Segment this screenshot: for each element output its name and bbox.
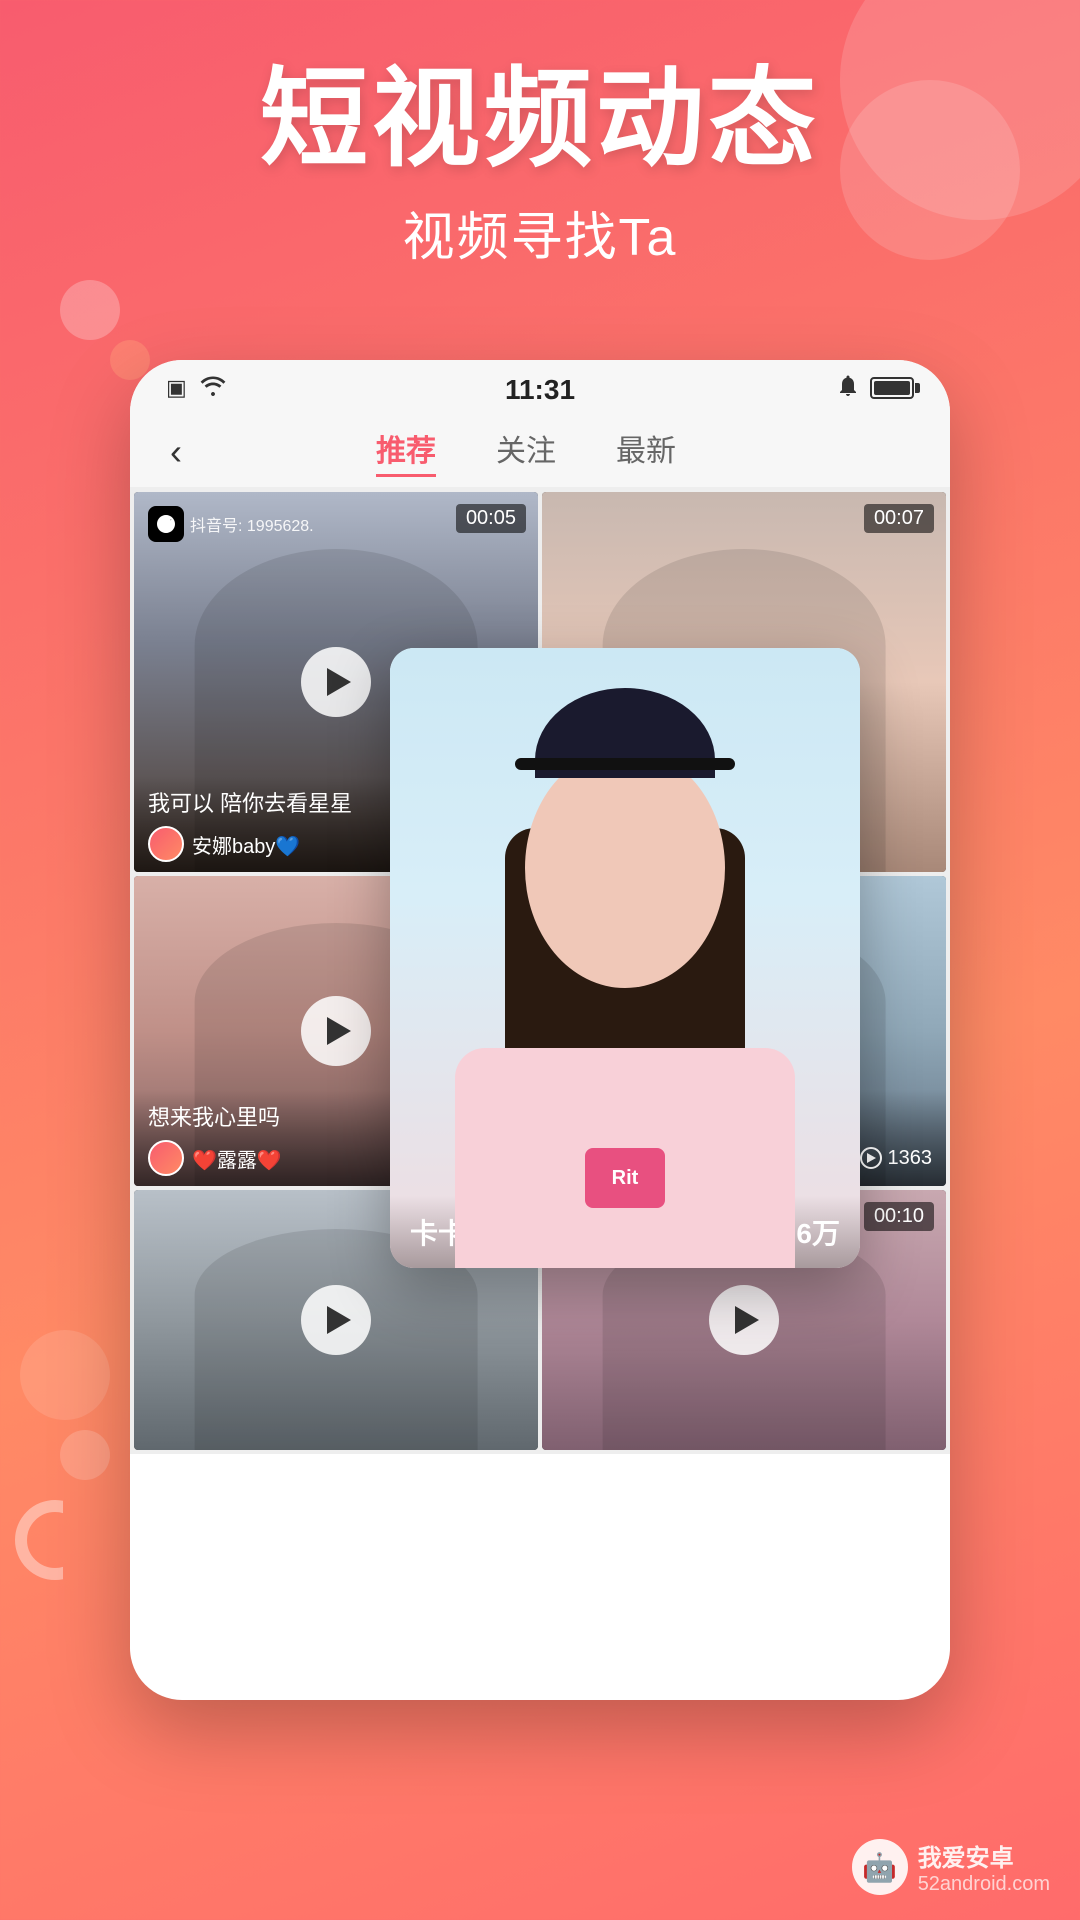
moon-decoration	[15, 1500, 95, 1580]
battery-icon	[870, 377, 914, 399]
status-time: 11:31	[505, 374, 575, 406]
video-user-3: ❤️露露❤️	[148, 1140, 282, 1176]
video-duration-6: 00:10	[864, 1202, 934, 1231]
blob-decoration-6	[60, 1430, 110, 1480]
featured-card[interactable]: Rit 卡卡琴 3.6万	[390, 648, 860, 1268]
view-count-4: 1363	[860, 1147, 933, 1170]
content-area: 抖音号: 1995628. 00:05 我可以 陪你去看星星 安娜baby💙	[130, 488, 950, 1700]
user-avatar-1	[148, 826, 184, 862]
status-left: ▣	[166, 374, 227, 402]
hero-section: 短视频动态 视频寻找Ta	[0, 60, 1080, 270]
play-icon-small-4	[860, 1147, 882, 1169]
tab-latest[interactable]: 最新	[616, 426, 676, 477]
sim-icon: ▣	[166, 375, 187, 401]
video-duration-1: 00:05	[456, 504, 526, 533]
play-button-5[interactable]	[301, 1285, 371, 1355]
watermark: 🤖 我爱安卓 52android.com	[852, 1838, 1050, 1896]
bell-icon	[836, 372, 860, 404]
nav-tabs: 推荐 关注 最新	[376, 426, 676, 477]
tiktok-badge: 抖音号: 1995628.	[148, 506, 314, 542]
hero-title: 短视频动态	[0, 60, 1080, 179]
video-user-1: 安娜baby💙	[148, 826, 300, 862]
user-name-1: 安娜baby💙	[192, 830, 300, 859]
phone-mockup: ▣ 11:31 ‹ 推荐 关注 最新	[130, 360, 950, 1740]
watermark-icon: 🤖	[852, 1839, 908, 1895]
tab-following[interactable]: 关注	[496, 426, 556, 477]
play-button-3[interactable]	[301, 996, 371, 1066]
featured-person: Rit	[390, 648, 860, 1268]
blob-decoration-5	[20, 1330, 110, 1420]
hero-subtitle: 视频寻找Ta	[0, 195, 1080, 270]
back-button[interactable]: ‹	[170, 431, 182, 473]
featured-thumb: Rit	[390, 648, 860, 1268]
video-duration-2: 00:07	[864, 504, 934, 533]
user-avatar-3	[148, 1140, 184, 1176]
blob-decoration-3	[60, 280, 120, 340]
status-right	[836, 372, 914, 404]
nav-bar: ‹ 推荐 关注 最新	[130, 416, 950, 488]
play-button-1[interactable]	[301, 647, 371, 717]
phone-frame: ▣ 11:31 ‹ 推荐 关注 最新	[130, 360, 950, 1700]
play-button-6[interactable]	[709, 1285, 779, 1355]
tab-recommended[interactable]: 推荐	[376, 426, 436, 477]
tiktok-label: 抖音号: 1995628.	[190, 512, 314, 536]
view-number-4: 1363	[888, 1147, 933, 1170]
wifi-icon	[199, 374, 227, 402]
user-name-3: ❤️露露❤️	[192, 1144, 282, 1173]
status-bar: ▣ 11:31	[130, 360, 950, 416]
watermark-text: 我爱安卓 52android.com	[918, 1838, 1050, 1896]
tiktok-icon	[148, 506, 184, 542]
